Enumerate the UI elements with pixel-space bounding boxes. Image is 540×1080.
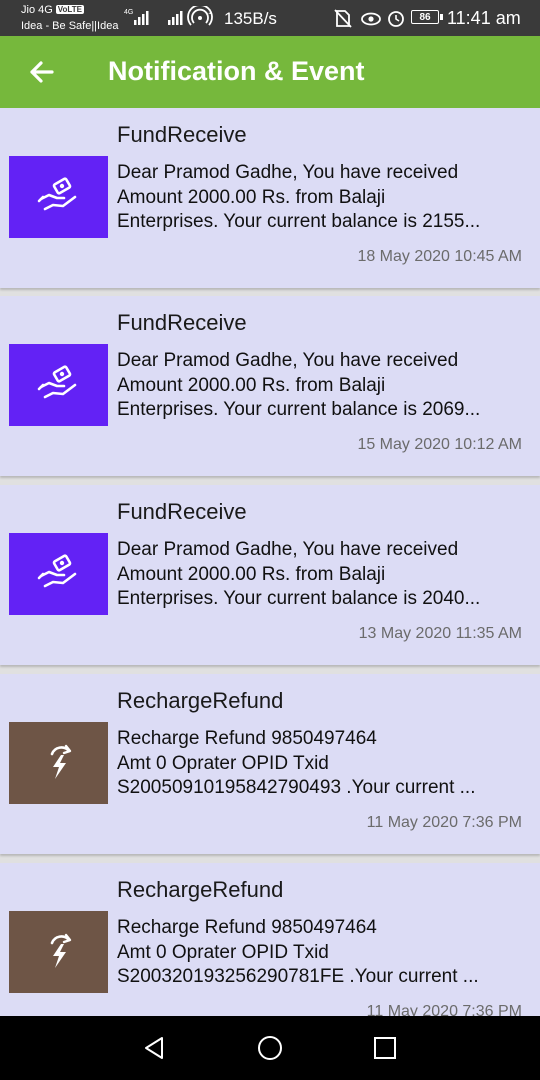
- message-line: Dear Pramod Gadhe, You have received: [117, 350, 459, 371]
- page-title: Notification & Event: [108, 56, 365, 86]
- notification-card[interactable]: RechargeRefund Recharge Refund 985049746…: [0, 863, 540, 1016]
- notification-icon: [9, 722, 108, 804]
- refund-bolt-icon: [50, 933, 71, 968]
- signal-icon: 4G 1: [124, 6, 213, 26]
- message-line: Amount 2000.00 Rs. from Balaji: [117, 186, 386, 208]
- system-nav-bar: [0, 1016, 540, 1080]
- clock: 11:41 am: [447, 8, 521, 28]
- svg-text:4G: 4G: [124, 9, 133, 16]
- message-line: Recharge Refund 9850497464: [117, 917, 377, 938]
- notification-timestamp: 11 May 2020 7:36 PM: [366, 814, 522, 831]
- message-line: Amt 0 Oprater OPID Txid: [117, 941, 329, 963]
- message-line: Enterprises. Your current balance is 204…: [117, 588, 481, 609]
- notification-message: Recharge Refund 9850497464 Amt 0 Oprater…: [117, 727, 523, 801]
- message-line: Enterprises. Your current balance is 206…: [117, 399, 481, 420]
- volte-badge: VoLTE: [55, 5, 84, 14]
- notification-icon: [9, 533, 108, 615]
- notification-timestamp: 13 May 2020 11:35 AM: [358, 625, 522, 642]
- message-line: Enterprises. Your current balance is 215…: [117, 211, 481, 232]
- money-hand-icon: [37, 177, 76, 211]
- no-sim-icon: [334, 9, 352, 28]
- app-bar: Notification & Event: [0, 36, 540, 108]
- notification-message: Dear Pramod Gadhe, You have received Amo…: [117, 161, 523, 235]
- carrier-name: Jio 4G: [21, 4, 53, 16]
- notification-title: FundReceive: [117, 499, 247, 524]
- status-bar: Jio 4G VoLTE Idea - Be Safe||Idea 4G 1 13…: [0, 0, 540, 36]
- message-line: S20050910195842790493 .Your current ...: [117, 777, 476, 798]
- money-hand-icon: [37, 365, 76, 399]
- carrier-label: Jio 4G VoLTE: [21, 4, 84, 16]
- notification-timestamp: 18 May 2020 10:45 AM: [357, 248, 522, 265]
- battery-icon: 86: [411, 10, 443, 24]
- notification-title: FundReceive: [117, 310, 247, 335]
- message-line: S200320193256290781FE .Your current ...: [117, 966, 479, 987]
- notification-title: RechargeRefund: [117, 688, 284, 713]
- notification-title: RechargeRefund: [117, 877, 284, 902]
- message-line: Recharge Refund 9850497464: [117, 728, 377, 749]
- notification-message: Dear Pramod Gadhe, You have received Amo…: [117, 349, 523, 423]
- carrier-secondary-label: Idea - Be Safe||Idea: [21, 20, 119, 32]
- message-line: Dear Pramod Gadhe, You have received: [117, 539, 459, 560]
- network-speed: 135B/s: [224, 9, 277, 28]
- eye-comfort-icon: [361, 12, 381, 26]
- notification-list[interactable]: FundReceive Dear Pramod Gadhe, You have …: [0, 108, 540, 1016]
- svg-text:1: 1: [208, 9, 212, 16]
- money-hand-icon: [37, 554, 76, 588]
- notification-card[interactable]: FundReceive Dear Pramod Gadhe, You have …: [0, 108, 540, 288]
- notification-timestamp: 15 May 2020 10:12 AM: [357, 436, 522, 453]
- notification-icon: [9, 344, 108, 426]
- notification-icon: [9, 156, 108, 238]
- message-line: Dear Pramod Gadhe, You have received: [117, 162, 459, 183]
- back-arrow-icon[interactable]: [24, 54, 60, 90]
- notification-card[interactable]: FundReceive Dear Pramod Gadhe, You have …: [0, 296, 540, 476]
- notification-icon: [9, 911, 108, 993]
- nav-recents-icon[interactable]: [371, 1034, 399, 1062]
- nav-back-icon[interactable]: [141, 1034, 169, 1062]
- notification-title: FundReceive: [117, 122, 247, 147]
- refund-bolt-icon: [50, 744, 71, 779]
- notification-card[interactable]: RechargeRefund Recharge Refund 985049746…: [0, 674, 540, 854]
- notification-card[interactable]: FundReceive Dear Pramod Gadhe, You have …: [0, 485, 540, 665]
- message-line: Amount 2000.00 Rs. from Balaji: [117, 563, 386, 585]
- nav-home-icon[interactable]: [256, 1034, 284, 1062]
- message-line: Amt 0 Oprater OPID Txid: [117, 752, 329, 774]
- notification-timestamp: 11 May 2020 7:36 PM: [366, 1003, 522, 1016]
- notification-message: Dear Pramod Gadhe, You have received Amo…: [117, 538, 523, 612]
- message-line: Amount 2000.00 Rs. from Balaji: [117, 374, 386, 396]
- status-icons: [334, 9, 404, 28]
- alarm-icon: [388, 11, 404, 27]
- notification-message: Recharge Refund 9850497464 Amt 0 Oprater…: [117, 916, 523, 990]
